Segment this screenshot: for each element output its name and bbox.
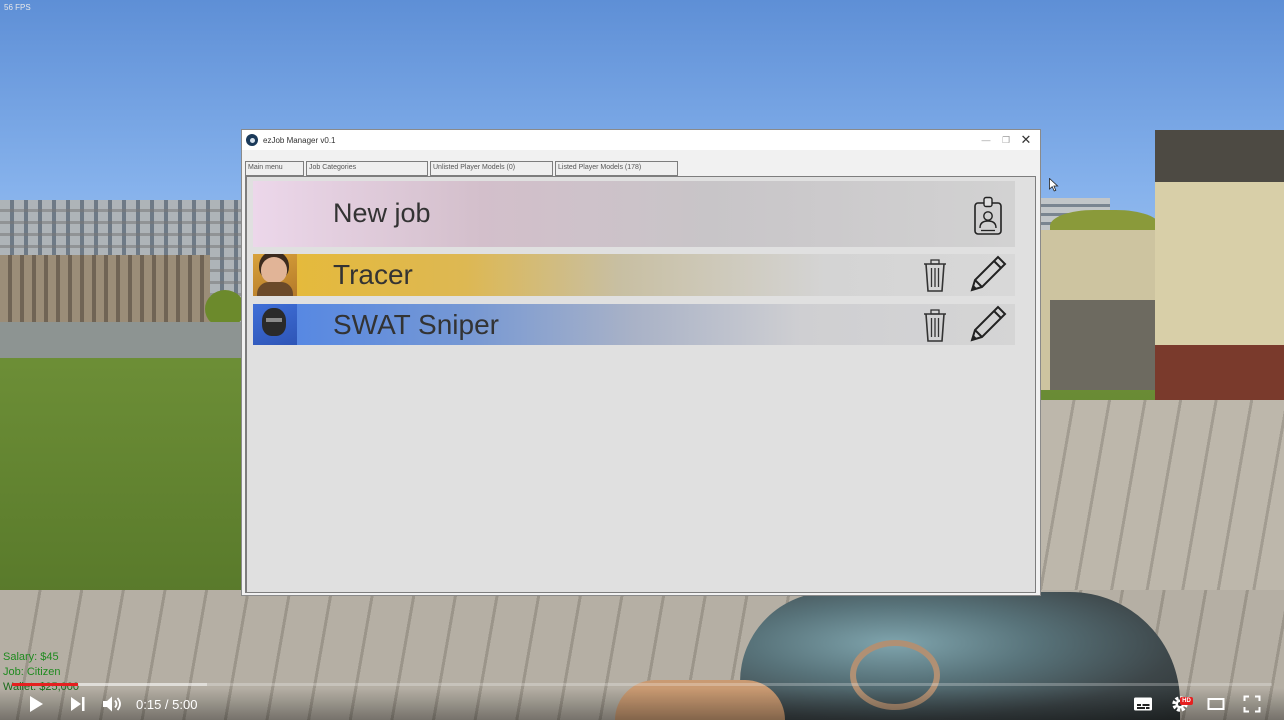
swat-sniper-avatar bbox=[253, 304, 297, 345]
mouse-cursor-icon bbox=[1049, 178, 1059, 192]
pavement-right bbox=[1040, 400, 1284, 600]
subtitles-icon[interactable] bbox=[1131, 692, 1155, 716]
fullscreen-icon[interactable] bbox=[1240, 692, 1264, 716]
tab-main-menu[interactable]: Main menu bbox=[245, 161, 304, 176]
video-progress-played bbox=[12, 683, 78, 686]
tracer-avatar bbox=[253, 254, 297, 296]
jobs-panel: New job Tracer SWAT Sniper bbox=[245, 176, 1036, 593]
edit-pencil-icon[interactable] bbox=[965, 301, 1011, 347]
job-name-tracer: Tracer bbox=[333, 259, 413, 290]
steam-icon bbox=[246, 134, 258, 146]
window-title: ezJob Manager v0.1 bbox=[263, 135, 336, 145]
id-badge-icon[interactable] bbox=[971, 196, 1005, 236]
delete-trash-icon[interactable] bbox=[920, 255, 950, 295]
delete-trash-icon[interactable] bbox=[920, 305, 950, 345]
window-controls: — ❐ ✕ bbox=[976, 130, 1036, 150]
theater-mode-icon[interactable] bbox=[1204, 692, 1228, 716]
new-job-label: New job bbox=[333, 198, 431, 228]
play-icon[interactable] bbox=[24, 692, 48, 716]
volume-icon[interactable] bbox=[100, 692, 126, 716]
job-name-swat-sniper: SWAT Sniper bbox=[333, 309, 499, 340]
overpass bbox=[1040, 230, 1160, 390]
title-bar[interactable]: ezJob Manager v0.1 — ❐ ✕ bbox=[242, 130, 1040, 150]
tab-bar: Main menu Job Categories Unlisted Player… bbox=[245, 161, 680, 176]
hud-job: Job: Citizen bbox=[3, 666, 61, 678]
close-button[interactable]: ✕ bbox=[1016, 130, 1036, 150]
brick-building bbox=[0, 255, 210, 327]
job-row-tracer[interactable]: Tracer bbox=[253, 254, 1015, 296]
video-time: 0:15 / 5:00 bbox=[136, 697, 198, 712]
next-icon[interactable] bbox=[66, 692, 90, 716]
tab-unlisted-player-models[interactable]: Unlisted Player Models (0) bbox=[430, 161, 553, 176]
tab-job-categories[interactable]: Job Categories bbox=[306, 161, 428, 176]
job-manager-window: ezJob Manager v0.1 — ❐ ✕ Main menu Job C… bbox=[241, 129, 1041, 596]
fps-counter: 56 FPS bbox=[4, 3, 31, 12]
edit-pencil-icon[interactable] bbox=[965, 251, 1011, 297]
minimize-button[interactable]: — bbox=[976, 130, 996, 150]
concrete-wall bbox=[0, 322, 245, 358]
hud-salary: Salary: $45 bbox=[3, 651, 59, 663]
tab-listed-player-models[interactable]: Listed Player Models (178) bbox=[555, 161, 678, 176]
hd-badge: HD bbox=[1180, 697, 1193, 705]
maximize-button[interactable]: ❐ bbox=[996, 130, 1016, 150]
job-row-swat-sniper[interactable]: SWAT Sniper bbox=[253, 304, 1015, 345]
new-job-row[interactable]: New job bbox=[253, 181, 1015, 247]
